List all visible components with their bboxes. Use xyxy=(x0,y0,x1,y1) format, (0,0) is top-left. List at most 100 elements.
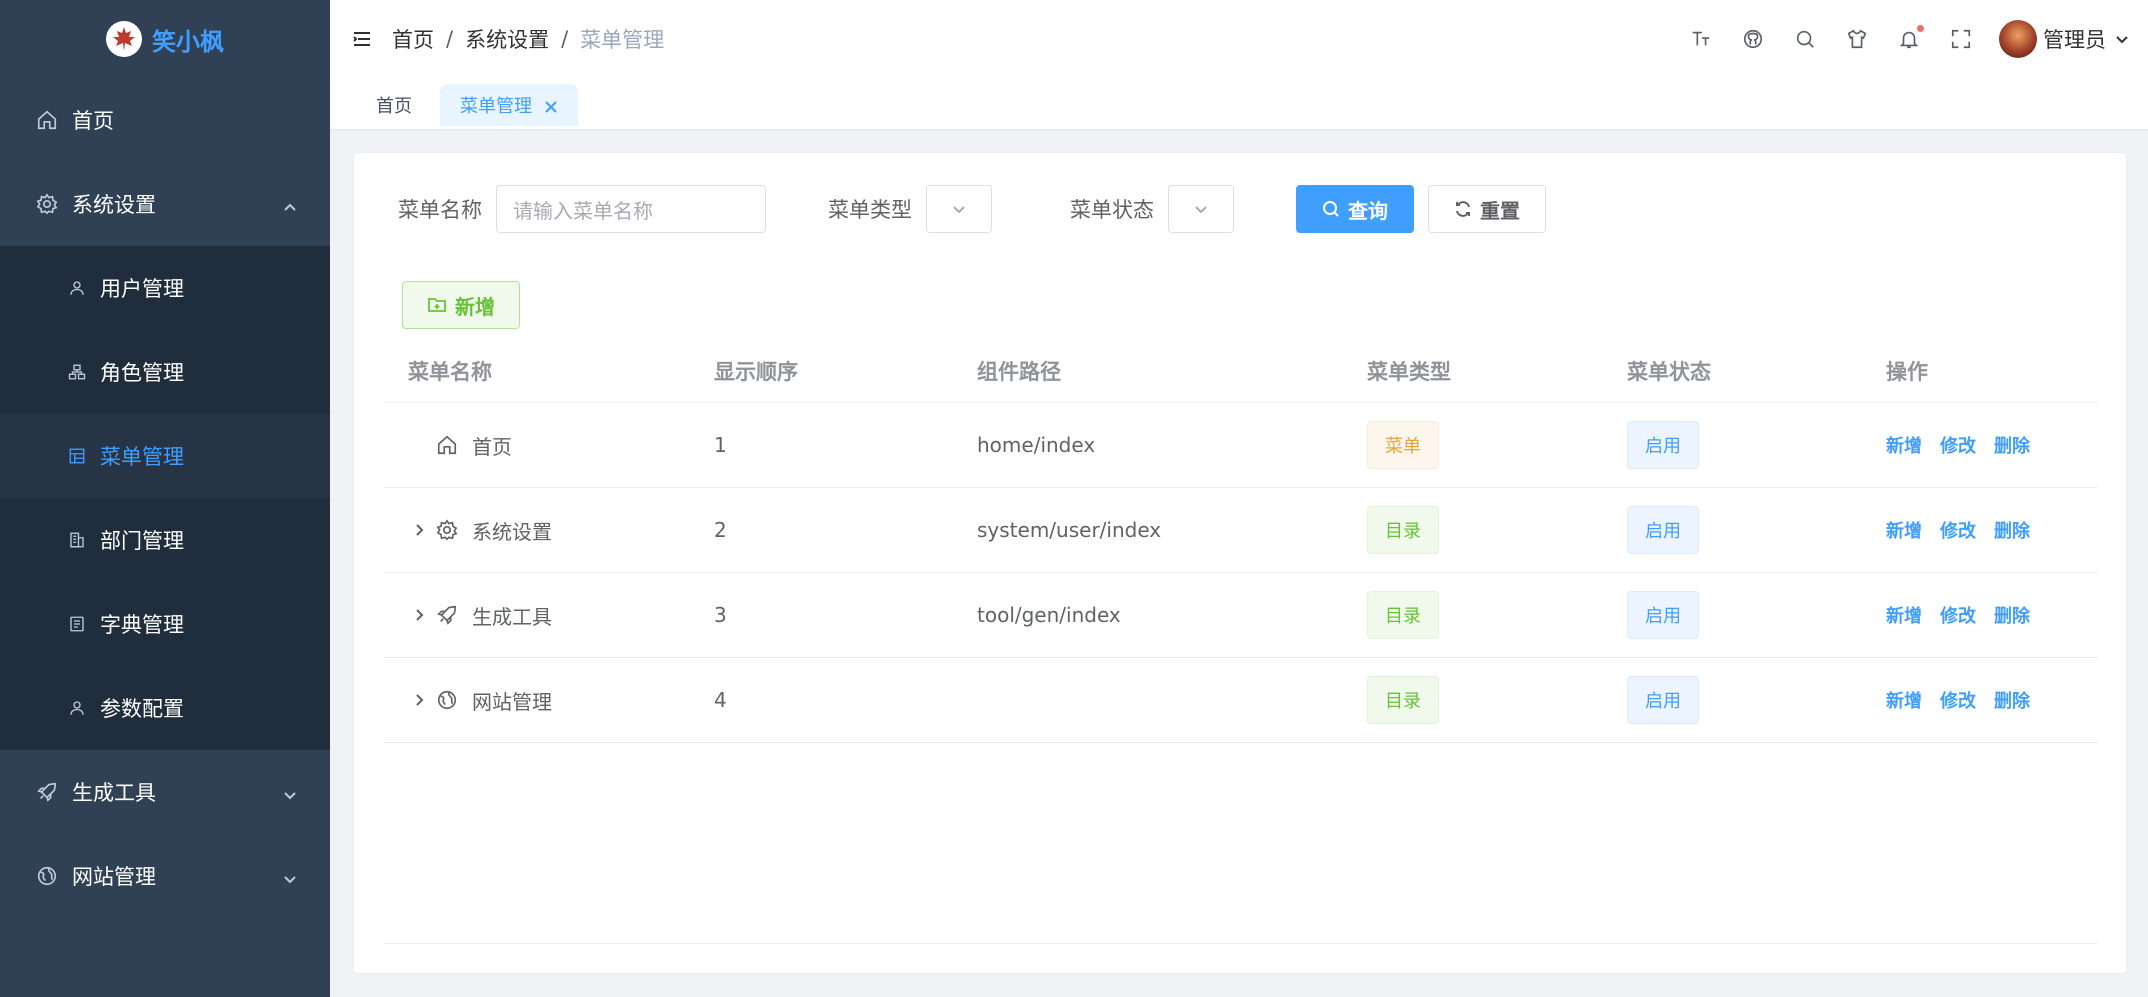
bell-icon[interactable] xyxy=(1897,24,1925,51)
menu-name-input[interactable]: 请输入菜单名称 xyxy=(496,185,766,233)
theme-shirt-icon[interactable] xyxy=(1845,27,1869,51)
sidebar-item-user-management[interactable]: 用户管理 xyxy=(0,246,330,330)
sidebar-item-label: 系统设置 xyxy=(72,193,156,217)
github-icon[interactable] xyxy=(1741,27,1765,51)
delete-link[interactable]: 删除 xyxy=(1994,432,2030,458)
column-header[interactable]: 菜单名称 xyxy=(384,356,714,386)
add-link[interactable]: 新增 xyxy=(1886,687,1922,713)
fullscreen-icon[interactable] xyxy=(1949,27,1973,51)
avatar xyxy=(1999,20,2037,58)
sidebar-item-label: 部门管理 xyxy=(100,529,184,553)
sidebar-item-label: 角色管理 xyxy=(100,361,184,385)
gear-icon xyxy=(436,519,458,541)
search-icon xyxy=(1323,201,1339,217)
user-dropdown[interactable]: 管理员 xyxy=(1999,20,2130,58)
dict-icon xyxy=(68,615,86,633)
table-row[interactable]: 生成工具 3 tool/gen/index 目录 启用 新增 修改 删除 xyxy=(384,573,2098,658)
sidebar-item-label: 网站管理 xyxy=(72,865,156,889)
chevron-right-icon[interactable] xyxy=(408,519,430,541)
tag-menu-management[interactable]: 菜单管理 xyxy=(440,84,578,126)
sidebar-item-role-management[interactable]: 角色管理 xyxy=(0,330,330,414)
sidebar-item-site-management[interactable]: 网站管理 xyxy=(0,834,330,918)
chevron-down-icon xyxy=(2114,31,2130,47)
actions-cell: 新增 修改 删除 xyxy=(1886,517,2098,543)
order-cell: 4 xyxy=(714,688,727,712)
type-badge: 目录 xyxy=(1367,506,1439,554)
column-header[interactable]: 菜单类型 xyxy=(1367,356,1627,386)
navbar: 首页 / 系统设置 / 菜单管理 管理员 xyxy=(330,0,2148,78)
sidebar-item-label: 参数配置 xyxy=(100,697,184,721)
edit-link[interactable]: 修改 xyxy=(1940,687,1976,713)
delete-link[interactable]: 删除 xyxy=(1994,517,2030,543)
close-icon[interactable] xyxy=(544,98,558,113)
actions-cell: 新增 修改 删除 xyxy=(1886,687,2098,713)
user-icon xyxy=(68,279,86,297)
tag-home[interactable]: 首页 xyxy=(356,84,432,126)
maple-leaf-logo-icon xyxy=(106,21,142,57)
table-row[interactable]: 首页 1 home/index 菜单 启用 新增 修改 删除 xyxy=(384,403,2098,488)
menu-type-select[interactable] xyxy=(926,185,992,233)
menu-name-placeholder: 请输入菜单名称 xyxy=(513,198,653,223)
rocket-icon xyxy=(36,781,58,803)
path-cell: system/user/index xyxy=(977,518,1162,542)
reset-button[interactable]: 重置 xyxy=(1428,185,1546,233)
chevron-down-icon xyxy=(953,206,965,214)
menu-status-select[interactable] xyxy=(1168,185,1234,233)
chevron-right-icon[interactable] xyxy=(408,689,430,711)
status-cell: 启用 xyxy=(1627,421,1886,469)
edit-link[interactable]: 修改 xyxy=(1940,432,1976,458)
hamburger-menu-icon[interactable] xyxy=(352,29,372,49)
column-header[interactable]: 菜单状态 xyxy=(1627,356,1886,386)
menu-name: 首页 xyxy=(472,434,512,459)
search-icon[interactable] xyxy=(1793,27,1817,51)
table-row[interactable]: 网站管理 4 目录 启用 新增 修改 删除 xyxy=(384,658,2098,743)
sidebar-item-label: 菜单管理 xyxy=(100,445,184,469)
right-menu: 管理员 xyxy=(1675,0,2130,78)
menu-name-label: 菜单名称 xyxy=(398,198,482,222)
type-cell: 目录 xyxy=(1367,676,1627,724)
order-cell: 3 xyxy=(714,603,727,627)
breadcrumb-item-home[interactable]: 首页 xyxy=(392,24,434,54)
user-name: 管理员 xyxy=(2043,28,2106,52)
sidebar-item-system-settings[interactable]: 系统设置 xyxy=(0,162,330,246)
query-button[interactable]: 查询 xyxy=(1296,185,1414,233)
font-size-icon[interactable] xyxy=(1689,27,1713,51)
main-card: 菜单名称 请输入菜单名称 菜单类型 菜单状态 查询 重置 新增 菜单名称 显示顺… xyxy=(353,152,2127,974)
column-header[interactable]: 组件路径 xyxy=(977,356,1367,386)
add-link[interactable]: 新增 xyxy=(1886,517,1922,543)
sidebar-item-menu-management[interactable]: 菜单管理 xyxy=(0,414,330,498)
sidebar-item-param-config[interactable]: 参数配置 xyxy=(0,666,330,750)
type-cell: 菜单 xyxy=(1367,421,1627,469)
status-cell: 启用 xyxy=(1627,506,1886,554)
menu-name: 网站管理 xyxy=(472,689,552,714)
logo[interactable]: 笑小枫 xyxy=(0,0,330,78)
add-menu-button[interactable]: 新增 xyxy=(402,281,520,329)
table-header: 菜单名称 显示顺序 组件路径 菜单类型 菜单状态 操作 xyxy=(384,339,2098,403)
chevron-down-icon xyxy=(282,784,298,800)
delete-link[interactable]: 删除 xyxy=(1994,602,2030,628)
add-link[interactable]: 新增 xyxy=(1886,432,1922,458)
delete-link[interactable]: 删除 xyxy=(1994,687,2030,713)
column-header[interactable]: 操作 xyxy=(1886,356,2098,386)
sidebar-item-dict-management[interactable]: 字典管理 xyxy=(0,582,330,666)
edit-link[interactable]: 修改 xyxy=(1940,602,1976,628)
add-button-label: 新增 xyxy=(455,296,495,319)
breadcrumb-item-system[interactable]: 系统设置 xyxy=(465,24,549,54)
sidebar-item-home[interactable]: 首页 xyxy=(0,78,330,162)
table-row[interactable]: 系统设置 2 system/user/index 目录 启用 新增 修改 删除 xyxy=(384,488,2098,573)
refresh-icon xyxy=(1456,201,1470,217)
actions-cell: 新增 修改 删除 xyxy=(1886,432,2098,458)
status-cell: 启用 xyxy=(1627,591,1886,639)
type-cell: 目录 xyxy=(1367,591,1627,639)
add-link[interactable]: 新增 xyxy=(1886,602,1922,628)
sidebar-item-gen-tools[interactable]: 生成工具 xyxy=(0,750,330,834)
sidebar: 笑小枫 首页 系统设置 用户管理 角色管理 菜单管理 部门管理 字典管理 参数配… xyxy=(0,0,330,997)
sidebar-item-dept-management[interactable]: 部门管理 xyxy=(0,498,330,582)
menu-name-cell: 系统设置 xyxy=(384,516,714,545)
sidebar-item-label: 字典管理 xyxy=(100,613,184,637)
column-header[interactable]: 显示顺序 xyxy=(714,356,977,386)
type-cell: 目录 xyxy=(1367,506,1627,554)
chevron-right-icon[interactable] xyxy=(408,604,430,626)
edit-link[interactable]: 修改 xyxy=(1940,517,1976,543)
search-form: 菜单名称 请输入菜单名称 菜单类型 菜单状态 查询 重置 xyxy=(398,185,1546,233)
